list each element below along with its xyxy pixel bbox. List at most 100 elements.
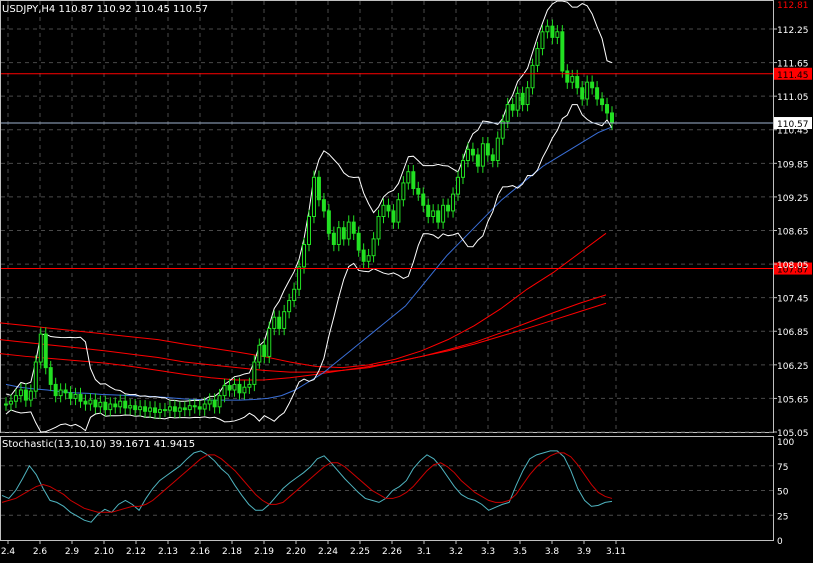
time-tick-label: 2.18 bbox=[222, 547, 242, 557]
time-tick-label: 2.20 bbox=[286, 547, 306, 557]
time-tick-label: 2.10 bbox=[94, 547, 114, 557]
candle-body bbox=[38, 333, 43, 363]
candle-body bbox=[431, 210, 436, 218]
candle-body bbox=[585, 81, 590, 100]
candle-body bbox=[595, 87, 600, 100]
candle-body bbox=[272, 316, 277, 329]
time-tick-label: 3.2 bbox=[449, 547, 463, 557]
candle-body bbox=[550, 25, 555, 38]
candle-body bbox=[530, 64, 535, 89]
candle-body bbox=[128, 405, 133, 409]
candle-body bbox=[575, 76, 580, 89]
price-tick-label: 108.65 bbox=[777, 227, 809, 237]
candle-body bbox=[242, 386, 247, 394]
candle-body bbox=[222, 385, 227, 397]
price-tick-label: 111.65 bbox=[777, 60, 809, 70]
candle-body bbox=[212, 399, 217, 408]
time-tick-label: 3.5 bbox=[513, 547, 527, 557]
candle-body bbox=[341, 227, 346, 240]
price-panel[interactable] bbox=[0, 0, 774, 433]
candle-body bbox=[381, 204, 386, 217]
candle-body bbox=[490, 154, 495, 162]
candle-body bbox=[500, 120, 505, 139]
stoch-tick-label: 50 bbox=[777, 488, 789, 498]
level-price-label: 111.45 bbox=[777, 71, 809, 81]
stoch-tick-label: 100 bbox=[777, 438, 794, 448]
time-tick-label: 2.16 bbox=[190, 547, 210, 557]
mt4-chart-window: 111.45 107.87 110.57 112.25 111.65 111.05 110… bbox=[0, 0, 813, 559]
candle-body bbox=[441, 204, 446, 223]
price-tick-label: 110.45 bbox=[777, 127, 809, 137]
candle-body bbox=[133, 405, 138, 411]
candle-body bbox=[416, 188, 421, 195]
candle-body bbox=[162, 409, 167, 412]
candle-body bbox=[480, 143, 485, 167]
candle-body bbox=[520, 92, 525, 106]
candle-body bbox=[456, 176, 461, 195]
candle-body bbox=[426, 204, 431, 217]
candle-body bbox=[570, 76, 575, 83]
time-tick-label: 2.13 bbox=[158, 547, 178, 557]
candle-body bbox=[292, 288, 297, 301]
candle-body bbox=[411, 171, 416, 190]
time-tick-label: 2.4 bbox=[1, 547, 16, 557]
candle-body bbox=[153, 407, 158, 413]
candle-body bbox=[252, 361, 257, 385]
candle-body bbox=[237, 383, 242, 394]
candle-body bbox=[610, 112, 614, 124]
candle-body bbox=[43, 333, 48, 369]
candle-body bbox=[465, 148, 470, 162]
candle-body bbox=[23, 389, 28, 401]
candle-body bbox=[267, 327, 272, 357]
candle-body bbox=[83, 400, 88, 405]
time-tick-label: 2.12 bbox=[126, 547, 146, 557]
chart-canvas[interactable]: 111.45107.87110.57 112.25111.65111.05110… bbox=[0, 0, 813, 559]
candle-body bbox=[460, 160, 465, 178]
candle-body bbox=[262, 344, 267, 357]
candle-body bbox=[565, 70, 570, 83]
candle-body bbox=[148, 407, 153, 412]
candle-body bbox=[217, 395, 222, 408]
candle-body bbox=[560, 31, 565, 72]
candle-body bbox=[48, 367, 53, 385]
time-tick-label: 3.11 bbox=[606, 547, 626, 557]
candle-body bbox=[4, 403, 8, 406]
candle-body bbox=[535, 48, 540, 66]
candle-body bbox=[600, 98, 605, 106]
candle-body bbox=[386, 204, 391, 212]
candle-body bbox=[232, 383, 237, 391]
candle-body bbox=[331, 232, 336, 245]
time-tick-label: 2.6 bbox=[33, 547, 48, 557]
candle-body bbox=[182, 407, 187, 411]
price-tick-label: 107.45 bbox=[777, 295, 809, 305]
price-tick-label: 109.25 bbox=[777, 194, 809, 204]
time-tick-label: 2.26 bbox=[382, 547, 402, 557]
candle-body bbox=[391, 210, 396, 223]
time-tick-label: 3.3 bbox=[481, 547, 495, 557]
price-tick-label: 106.25 bbox=[777, 362, 809, 372]
candle-body bbox=[123, 400, 128, 409]
stochastic-panel[interactable] bbox=[0, 436, 774, 541]
candle-body bbox=[545, 25, 550, 33]
candle-body bbox=[316, 176, 321, 201]
candle-body bbox=[406, 171, 411, 184]
candle-body bbox=[63, 389, 68, 394]
candle-body bbox=[326, 210, 331, 234]
candle-body bbox=[138, 406, 143, 411]
candle-body bbox=[73, 393, 78, 399]
candle-body bbox=[590, 81, 595, 89]
candle-body bbox=[33, 361, 38, 392]
candle-body bbox=[307, 216, 311, 245]
candle-body bbox=[351, 221, 356, 234]
time-tick-label: 2.19 bbox=[254, 547, 274, 557]
price-tick-label: 109.85 bbox=[777, 160, 809, 170]
candle-body bbox=[172, 406, 177, 412]
price-tick-label: 111.05 bbox=[777, 93, 809, 103]
candle-body bbox=[311, 176, 316, 217]
candle-body bbox=[321, 199, 326, 212]
candle-body bbox=[187, 405, 192, 411]
candle-body bbox=[297, 266, 302, 290]
candle-body bbox=[505, 104, 510, 122]
candle-body bbox=[18, 389, 23, 397]
candle-body bbox=[78, 393, 83, 402]
